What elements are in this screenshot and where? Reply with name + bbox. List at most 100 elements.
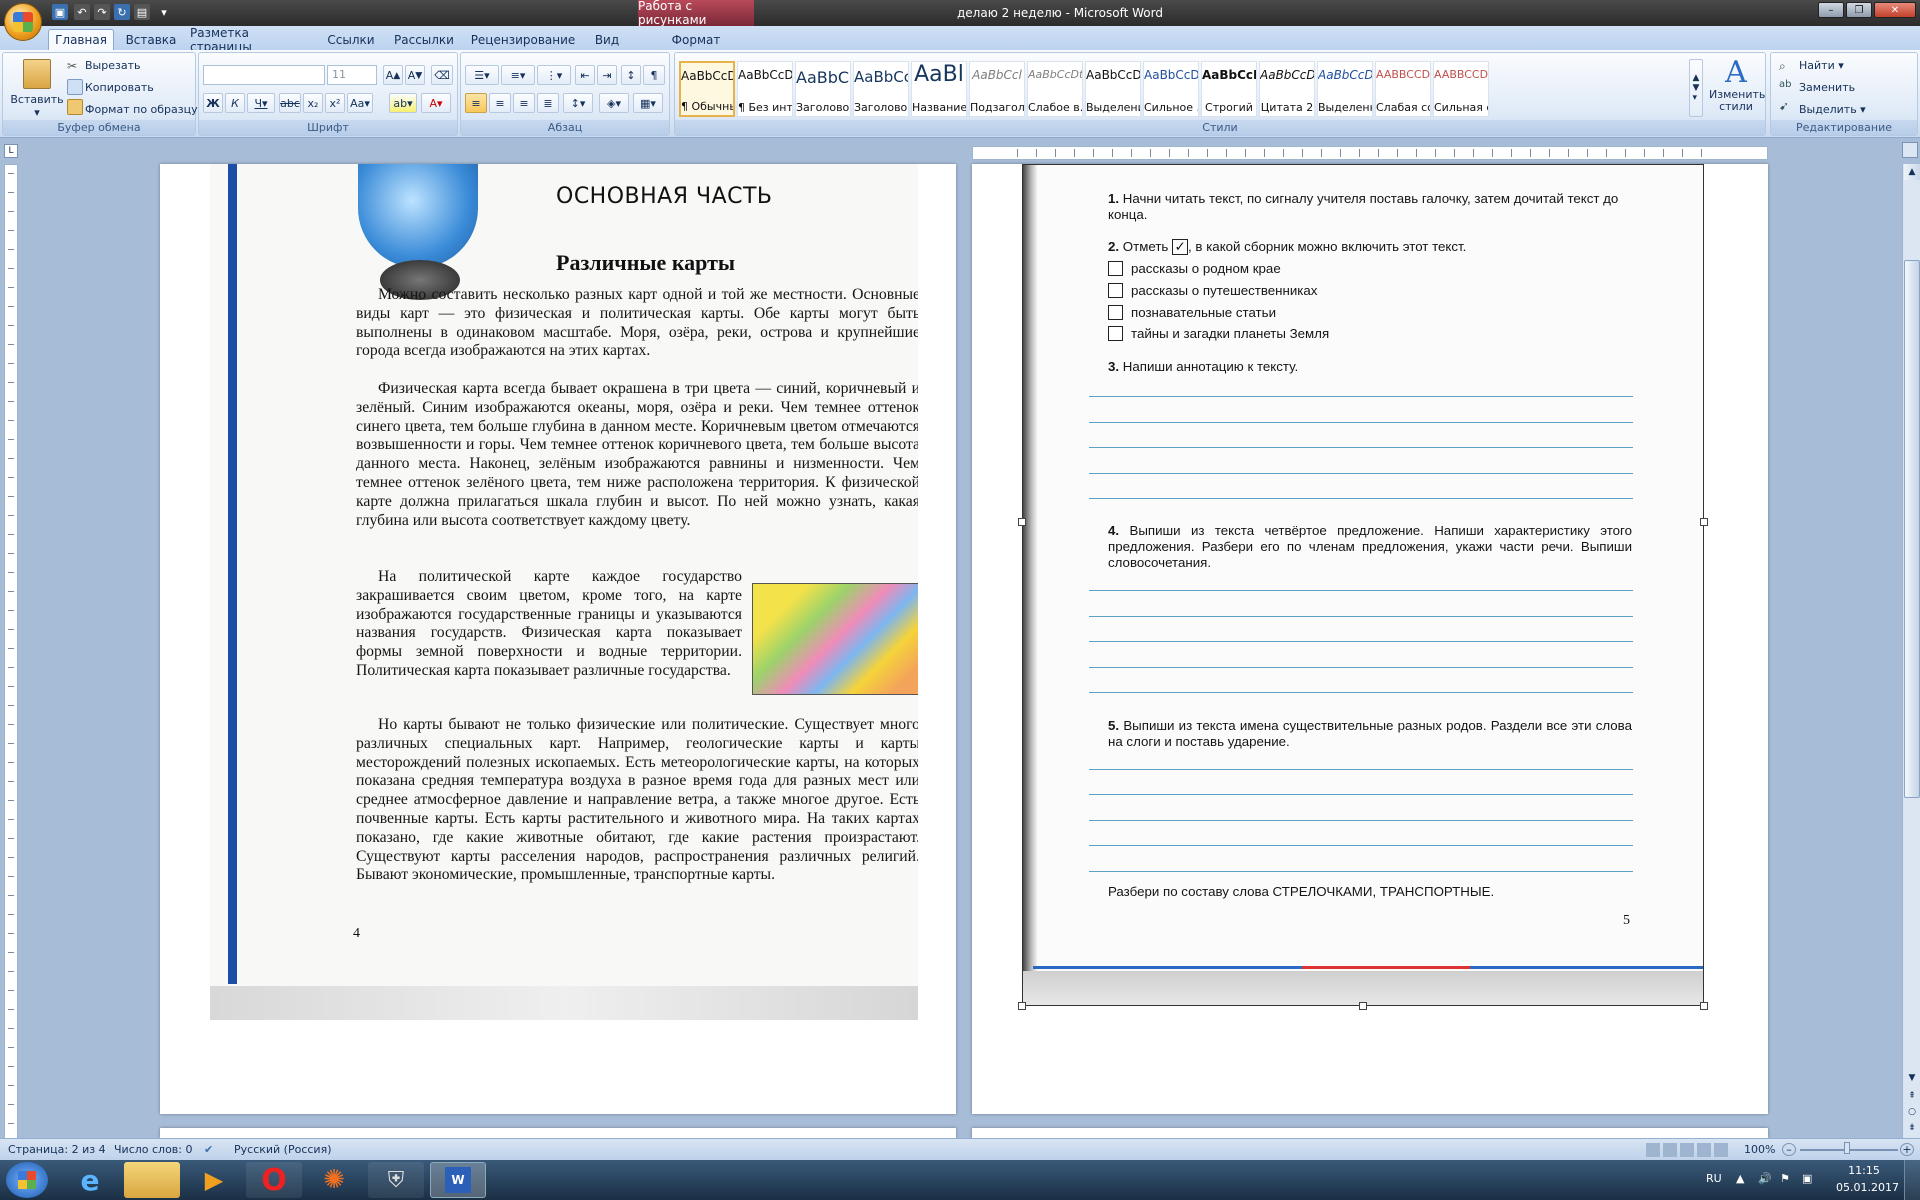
show-desktop-button[interactable] <box>1904 1160 1920 1200</box>
internet-explorer-icon[interactable]: e <box>62 1162 118 1198</box>
italic-button[interactable]: К <box>225 93 245 113</box>
tab-view[interactable]: Вид <box>586 29 628 50</box>
style-12[interactable]: AaBbCcDt Выделенн... <box>1317 61 1373 117</box>
tab-references[interactable]: Ссылки <box>320 29 382 50</box>
line-spacing-button[interactable]: ↕▾ <box>563 93 593 113</box>
justify-button[interactable]: ≣ <box>537 93 559 113</box>
textbook-page-image-right[interactable]: 1. Начни читать текст, по сигналу учител… <box>1022 164 1704 1006</box>
word-count[interactable]: Число слов: 0 <box>114 1143 193 1156</box>
option-checkbox-4[interactable] <box>1108 326 1123 341</box>
align-center-button[interactable]: ≡ <box>489 93 511 113</box>
zoom-slider-thumb[interactable] <box>1844 1142 1850 1154</box>
vertical-scrollbar[interactable]: ▲ ▼ ⇞ ○ ⇟ <box>1902 164 1920 1140</box>
tab-mailings[interactable]: Рассылки <box>388 29 460 50</box>
replace-button[interactable]: Заменить <box>1799 81 1855 94</box>
vertical-ruler[interactable] <box>4 164 18 1140</box>
change-case-button[interactable]: Aa▾ <box>347 93 373 113</box>
zoom-level[interactable]: 100% <box>1744 1143 1775 1156</box>
select-button[interactable]: Выделить ▾ <box>1799 103 1866 116</box>
proofing-icon[interactable]: ✔ <box>204 1143 213 1156</box>
volume-icon[interactable]: 🔊 <box>1758 1172 1772 1185</box>
clear-formatting-button[interactable]: ⌫ <box>431 65 453 85</box>
style-7[interactable]: AaBbCcDt Слабое в... <box>1027 61 1083 117</box>
resize-handle[interactable] <box>1018 1002 1026 1010</box>
tab-insert[interactable]: Вставка <box>118 29 184 50</box>
redo-icon[interactable]: ↷ <box>94 4 110 20</box>
app-icon[interactable]: ✺ <box>306 1162 362 1198</box>
previous-page-button[interactable]: ⇞ <box>1904 1088 1920 1104</box>
style-11[interactable]: AaBbCcDt Цитата 2 <box>1259 61 1315 117</box>
resize-handle[interactable] <box>1700 1002 1708 1010</box>
sort-button[interactable]: ↕ <box>621 65 641 85</box>
show-marks-button[interactable]: ¶ <box>643 65 665 85</box>
option-checkbox-3[interactable] <box>1108 305 1123 320</box>
strikethrough-button[interactable]: abc <box>279 93 301 113</box>
highlight-button[interactable]: ab▾ <box>389 93 417 113</box>
scroll-up-button[interactable]: ▲ <box>1904 164 1920 180</box>
copy-button[interactable]: Копировать <box>85 81 154 94</box>
bold-button[interactable]: Ж <box>203 93 223 113</box>
flag-icon[interactable]: ⚑ <box>1780 1172 1790 1185</box>
scroll-down-button[interactable]: ▼ <box>1904 1070 1920 1086</box>
minimize-button[interactable]: – <box>1818 2 1844 18</box>
style-3[interactable]: AaBbCc Заголово... <box>795 61 851 117</box>
zoom-out-button[interactable]: – <box>1782 1143 1796 1156</box>
page-count[interactable]: Страница: 2 из 4 <box>8 1143 106 1156</box>
superscript-button[interactable]: x² <box>325 93 345 113</box>
refresh-icon[interactable]: ↻ <box>114 4 130 20</box>
scroll-thumb[interactable] <box>1904 260 1920 798</box>
save-icon[interactable]: ▣ <box>52 4 68 20</box>
increase-indent-button[interactable]: ⇥ <box>597 65 617 85</box>
undo-icon[interactable]: ↶ <box>74 4 90 20</box>
paste-button[interactable]: Вставить ▾ <box>9 57 65 119</box>
tab-format[interactable]: Формат <box>664 29 728 50</box>
zoom-in-button[interactable]: + <box>1900 1143 1914 1156</box>
option-checkbox-1[interactable] <box>1108 261 1123 276</box>
style-1[interactable]: AaBbCcDc ¶ Обычный <box>679 61 735 117</box>
style-10[interactable]: AaBbCcDc Строгий <box>1201 61 1257 117</box>
input-language[interactable]: RU <box>1706 1172 1722 1185</box>
styles-scroll-buttons[interactable]: ▲ ▼ ▾ <box>1689 59 1703 117</box>
font-name-combobox[interactable] <box>203 65 325 85</box>
network-icon[interactable]: ▣ <box>1802 1172 1812 1185</box>
shrink-font-button[interactable]: A ▼ <box>405 65 425 85</box>
resize-handle[interactable] <box>1018 518 1026 526</box>
align-left-button[interactable]: ≡ <box>465 93 487 113</box>
underline-button[interactable]: Ч▾ <box>247 93 275 113</box>
borders-button[interactable]: ▦▾ <box>633 93 663 113</box>
tab-page-layout[interactable]: Разметка страницы <box>190 26 314 54</box>
resize-handle[interactable] <box>1700 518 1708 526</box>
next-page-button[interactable]: ⇟ <box>1904 1120 1920 1136</box>
style-5[interactable]: AaBl Название <box>911 61 967 117</box>
shading-button[interactable]: ◈▾ <box>599 93 629 113</box>
tab-review[interactable]: Рецензирование <box>466 29 580 50</box>
option-checkbox-2[interactable] <box>1108 283 1123 298</box>
office-button[interactable] <box>4 3 42 41</box>
browse-object-button[interactable]: ○ <box>1904 1104 1920 1120</box>
view-ruler-icon[interactable] <box>1902 142 1918 158</box>
find-button[interactable]: Найти ▾ <box>1799 59 1844 72</box>
word-taskbar-icon[interactable]: W <box>430 1162 486 1198</box>
align-right-button[interactable]: ≡ <box>513 93 535 113</box>
clock-date[interactable]: 05.01.2017 <box>1836 1181 1899 1194</box>
style-6[interactable]: AaBbCcl Подзагол... <box>969 61 1025 117</box>
start-button[interactable] <box>6 1162 48 1198</box>
file-explorer-icon[interactable] <box>124 1162 180 1198</box>
textbook-page-image-left[interactable]: ОСНОВНАЯ ЧАСТЬ Различные карты Можно сос… <box>210 164 918 1020</box>
horizontal-ruler[interactable] <box>972 146 1768 160</box>
bullets-button[interactable]: ☰▾ <box>465 65 499 85</box>
font-size-combobox[interactable]: 11 <box>327 65 377 85</box>
font-color-button[interactable]: A▾ <box>421 93 451 113</box>
style-4[interactable]: AaBbCc Заголово... <box>853 61 909 117</box>
maximize-button[interactable]: ❐ <box>1846 2 1872 18</box>
multilevel-list-button[interactable]: ⋮▾ <box>537 65 571 85</box>
game-icon[interactable]: ⛨ <box>368 1162 424 1198</box>
tab-home[interactable]: Главная <box>48 29 114 50</box>
cut-button[interactable]: Вырезать <box>85 59 140 72</box>
subscript-button[interactable]: x₂ <box>303 93 323 113</box>
view-mode-buttons[interactable] <box>1646 1143 1730 1157</box>
tab-selector-icon[interactable]: L <box>4 144 18 158</box>
change-styles-button[interactable]: A Изменить стили <box>1709 57 1765 121</box>
print-preview-icon[interactable]: ▤ <box>134 4 150 20</box>
style-2[interactable]: AaBbCcDc ¶ Без инте... <box>737 61 793 117</box>
